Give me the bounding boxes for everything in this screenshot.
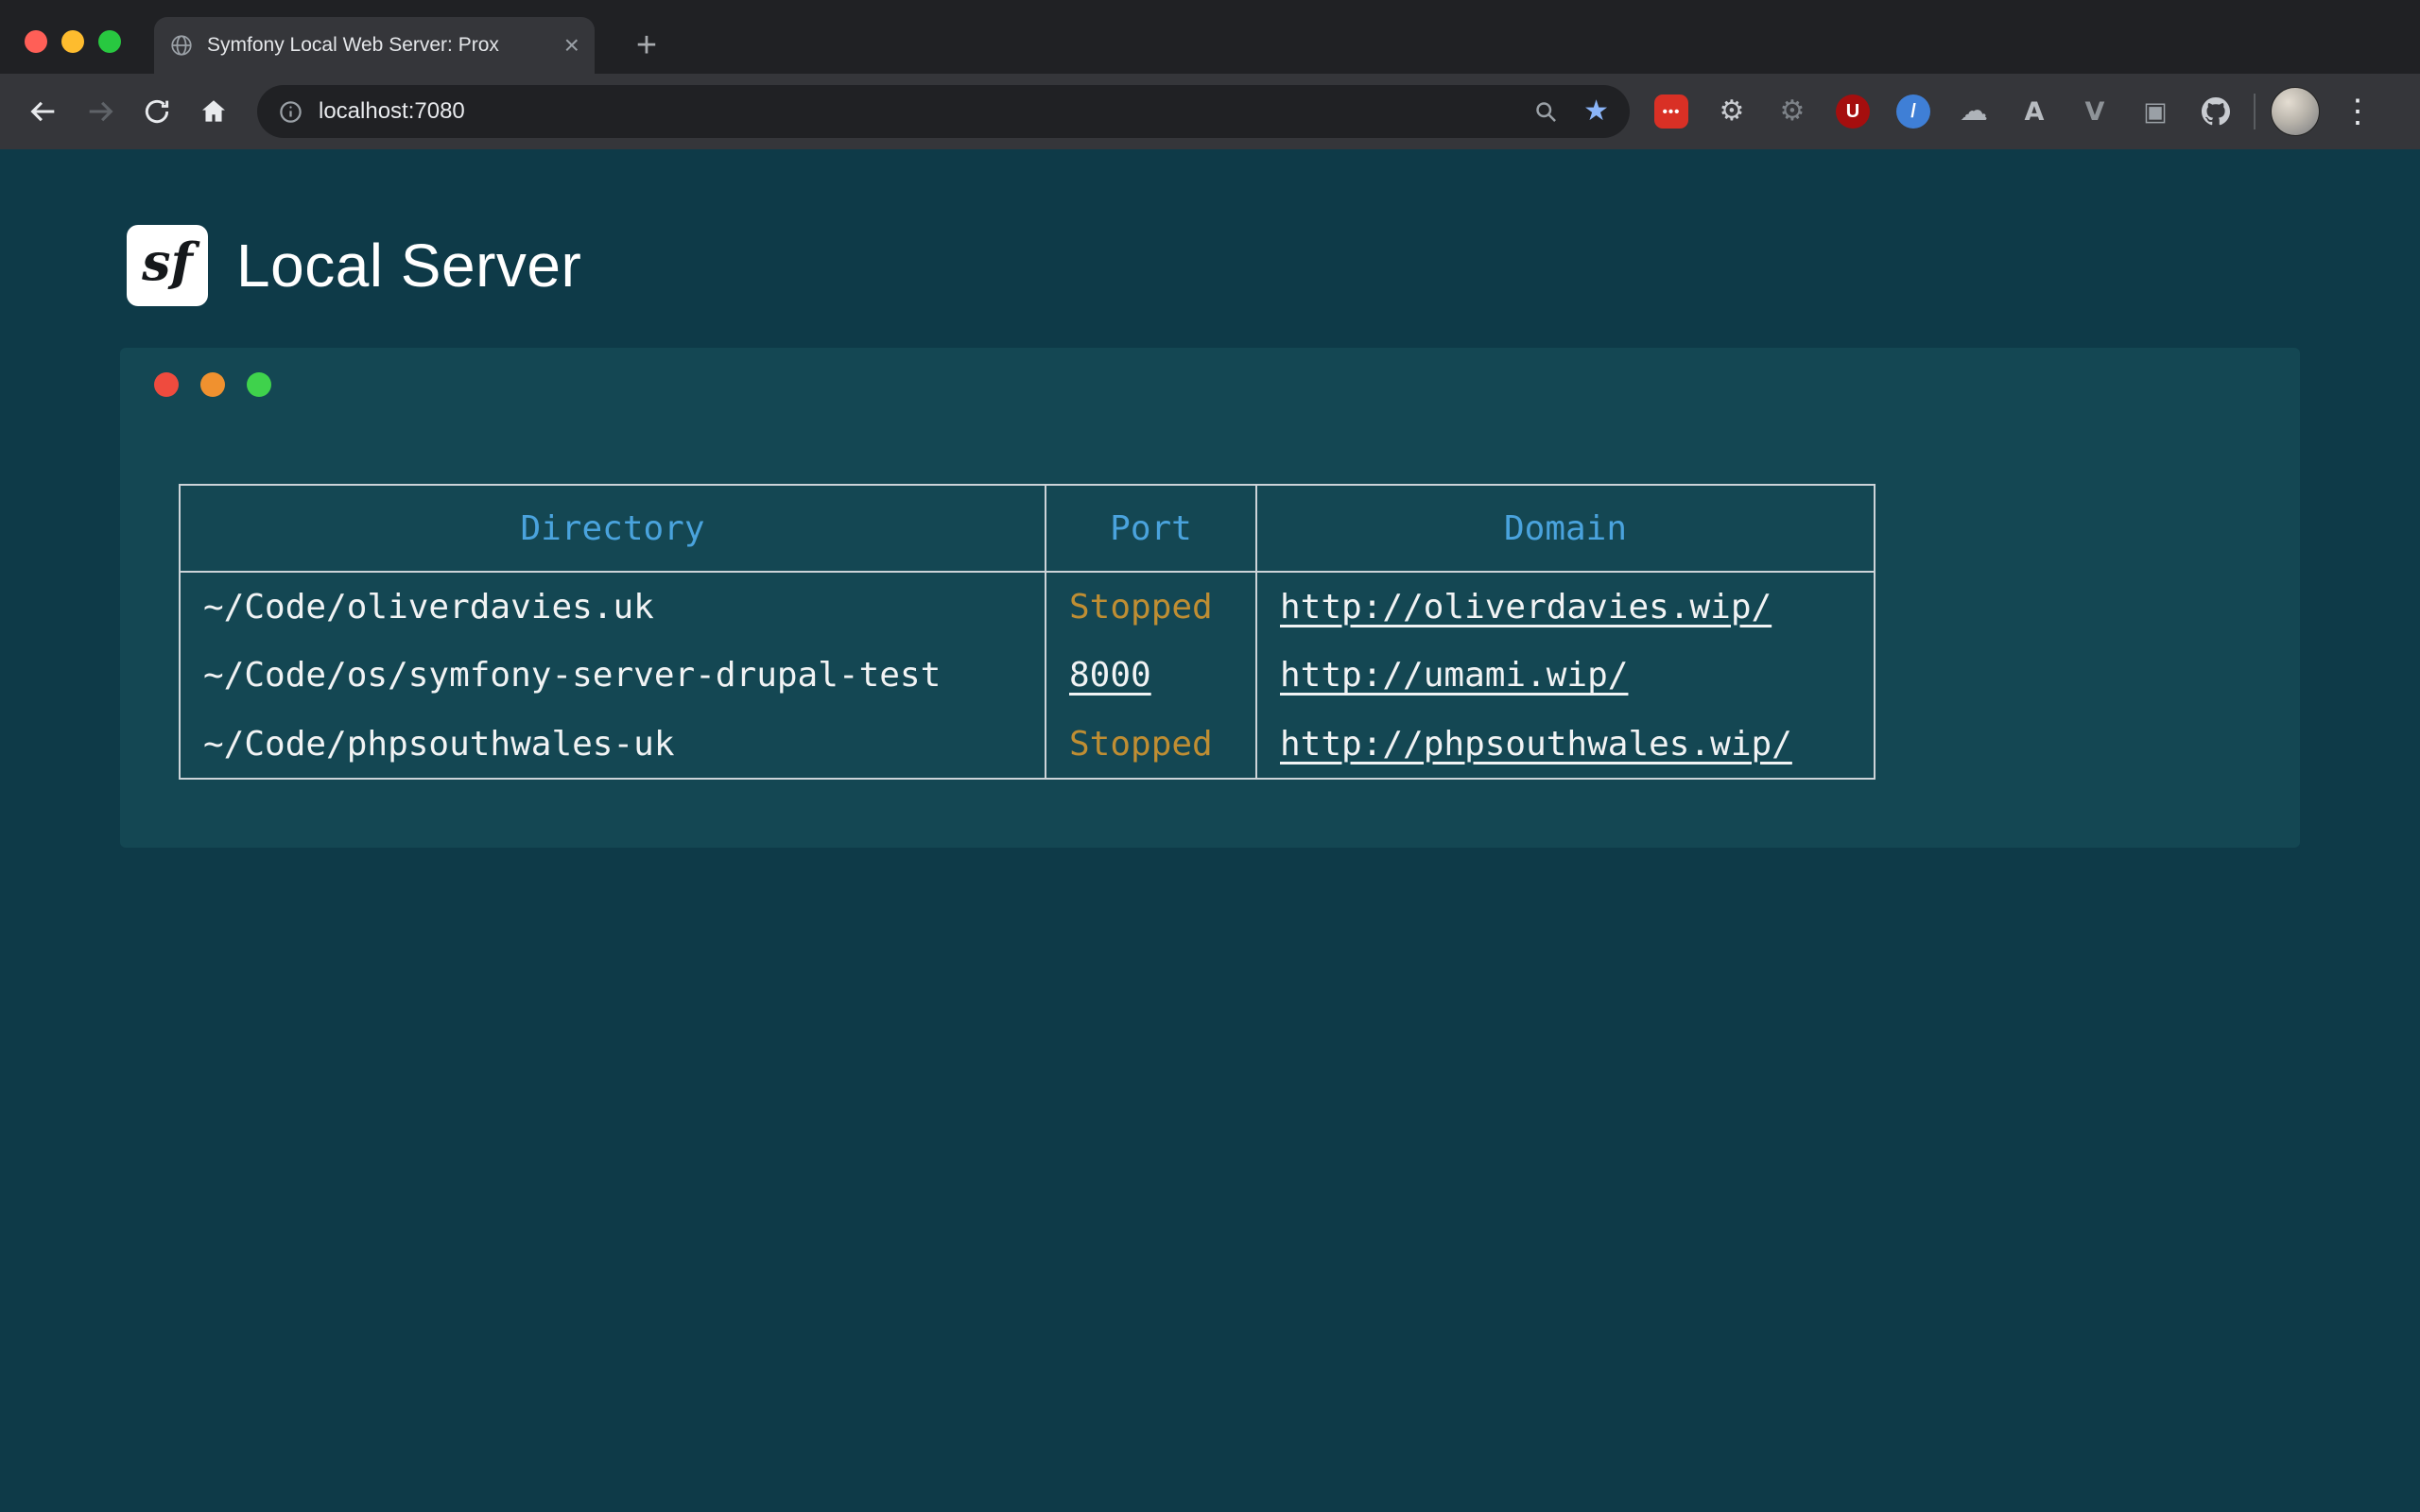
port-cell: 8000 [1046,641,1256,710]
globe-favicon-icon [169,33,194,58]
ublock-icon: U [1836,94,1870,129]
directory-cell: ~/Code/os/symfony-server-drupal-test [180,641,1046,710]
table-header-directory: Directory [180,485,1046,572]
server-card: Directory Port Domain ~/Code/oliverdavie… [120,348,2300,848]
blue-circle-icon: / [1896,94,1930,129]
grid-extension-button[interactable]: ▣ [2133,89,2178,134]
browser-menu-button[interactable]: ⋮ [2333,87,2382,136]
minimize-window-button[interactable] [61,30,84,53]
table-row: ~/Code/oliverdavies.uk Stopped http://ol… [180,572,1875,641]
table-row: ~/Code/phpsouthwales-uk Stopped http://p… [180,710,1875,779]
card-dot-orange-icon [200,372,225,397]
brand-header: sf Local Server [127,225,2420,306]
letter-v-icon: V [2085,99,2105,125]
domain-cell: http://phpsouthwales.wip/ [1256,710,1875,779]
letter-a-extension-button[interactable]: A [2012,89,2057,134]
cloud-extension-button[interactable]: ☁ [1951,89,1996,134]
blue-circle-extension-button[interactable]: / [1891,89,1936,134]
forward-button[interactable] [72,83,129,140]
address-bar[interactable]: localhost:7080 ★ [257,85,1630,138]
table-header-row: Directory Port Domain [180,485,1875,572]
gear-dark-icon: ⚙ [1780,97,1806,126]
domain-link[interactable]: http://phpsouthwales.wip/ [1280,725,1792,764]
gear-icon: ⚙ [1720,97,1745,126]
symfony-logo-icon: sf [127,225,208,306]
reload-button[interactable] [129,83,185,140]
page-info-icon[interactable] [278,99,303,125]
page-background: sf Local Server Directory Port Domain ~/… [0,149,2420,1512]
github-octocat-icon [2202,97,2230,126]
home-icon [199,96,229,127]
back-arrow-icon [27,95,60,128]
reload-icon [142,96,172,127]
home-button[interactable] [185,83,242,140]
gear-light-extension-button[interactable]: ⚙ [1709,89,1754,134]
extensions-bar: ••• ⚙ ⚙ U / ☁ A V ▣ [1649,89,2238,134]
address-url-text[interactable]: localhost:7080 [319,98,465,125]
back-button[interactable] [15,83,72,140]
table-header-port: Port [1046,485,1256,572]
domain-link[interactable]: http://umami.wip/ [1280,656,1628,695]
ublock-extension-button[interactable]: U [1830,89,1876,134]
zoom-indicator-icon[interactable] [1533,99,1559,125]
red-dots-extension-button[interactable]: ••• [1649,89,1694,134]
status-stopped: Stopped [1069,588,1213,627]
window-controls [25,30,121,53]
gear-dark-extension-button[interactable]: ⚙ [1770,89,1815,134]
close-window-button[interactable] [25,30,47,53]
port-link[interactable]: 8000 [1069,656,1151,695]
table-header-domain: Domain [1256,485,1875,572]
tab-title: Symfony Local Web Server: Prox [207,34,559,57]
grid-icon: ▣ [2143,99,2168,125]
browser-tab[interactable]: Symfony Local Web Server: Prox × [154,17,595,74]
card-dot-red-icon [154,372,179,397]
letter-v-extension-button[interactable]: V [2072,89,2118,134]
github-extension-button[interactable] [2193,89,2238,134]
bookmark-star-button[interactable]: ★ [1583,97,1609,126]
cloud-icon: ☁ [1960,97,1988,126]
domain-cell: http://umami.wip/ [1256,641,1875,710]
new-tab-button[interactable]: + [622,21,671,70]
server-table: Directory Port Domain ~/Code/oliverdavie… [179,484,1876,780]
port-cell: Stopped [1046,710,1256,779]
tab-strip: Symfony Local Web Server: Prox × + [0,0,2420,74]
zoom-window-button[interactable] [98,30,121,53]
forward-arrow-icon [84,95,116,128]
port-cell: Stopped [1046,572,1256,641]
directory-cell: ~/Code/phpsouthwales-uk [180,710,1046,779]
tab-close-button[interactable]: × [564,32,579,59]
domain-cell: http://oliverdavies.wip/ [1256,572,1875,641]
card-dot-green-icon [247,372,271,397]
table-row: ~/Code/os/symfony-server-drupal-test 800… [180,641,1875,710]
card-window-dots [154,372,2300,397]
status-stopped: Stopped [1069,725,1213,764]
domain-link[interactable]: http://oliverdavies.wip/ [1280,588,1772,627]
toolbar-separator [2254,94,2256,129]
directory-cell: ~/Code/oliverdavies.uk [180,572,1046,641]
profile-avatar[interactable] [2271,87,2320,136]
page-title: Local Server [236,231,581,301]
browser-toolbar: localhost:7080 ★ ••• ⚙ ⚙ U / ☁ A [0,74,2420,149]
letter-a-icon: A [2025,99,2045,125]
red-dots-icon: ••• [1654,94,1688,129]
